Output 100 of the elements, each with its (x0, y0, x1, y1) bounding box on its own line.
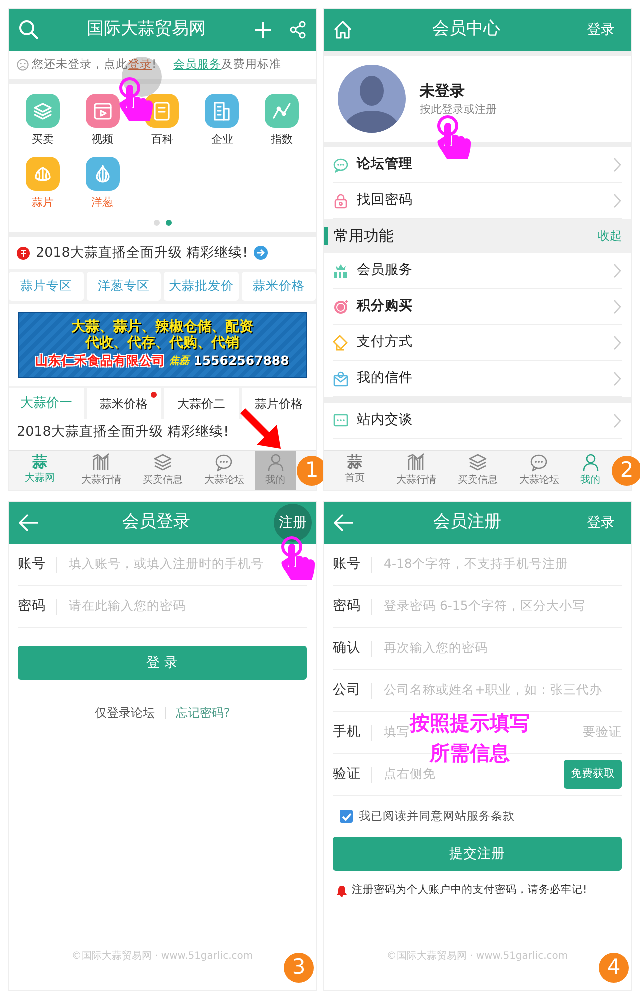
quick-link[interactable]: 大蒜批发价 (164, 272, 238, 301)
lock-icon (333, 192, 349, 208)
collapse-link[interactable]: 收起 (598, 227, 622, 245)
mail-icon (333, 370, 349, 386)
chevron-icon (613, 298, 622, 314)
tab-bar-item[interactable]: 大蒜论坛 (194, 451, 255, 490)
news-item[interactable]: 2018大蒜直播全面升级 精彩继续! (9, 419, 316, 450)
category-label[interactable]: 买卖 (32, 132, 54, 148)
quick-link[interactable]: 蒜米价格 (242, 272, 316, 301)
tab-bar-item[interactable]: 大蒜行情 (70, 451, 132, 490)
search-icon[interactable] (19, 20, 39, 40)
menu-item[interactable]: 站内交谈 (333, 403, 622, 439)
plus-icon[interactable] (254, 21, 272, 39)
menu-item[interactable]: 会员服务 (333, 253, 622, 289)
category-label[interactable]: 指数 (271, 132, 294, 148)
placeholder-text: 要验证 (583, 723, 622, 742)
quick-link[interactable]: 蒜片专区 (9, 272, 84, 301)
page-dot[interactable] (166, 220, 172, 226)
warning-text: 注册密码为个人账户中的支付密码，请务必牢记! (352, 883, 588, 898)
arrow-circle-icon[interactable] (254, 246, 268, 260)
price-tab[interactable]: 蒜片价格 (242, 388, 316, 420)
menu-item[interactable]: 积分购买 (333, 289, 622, 325)
page-title: 会员登录 (122, 511, 192, 534)
layers-icon (468, 453, 487, 472)
category-icon[interactable] (26, 94, 60, 128)
login-button[interactable]: 登录 (581, 16, 621, 44)
category-icon[interactable] (205, 94, 240, 128)
step-number: 3 (284, 953, 314, 983)
layers-icon (32, 100, 54, 122)
submit-button[interactable]: 提交注册 (333, 837, 622, 872)
share-icon[interactable] (290, 21, 306, 39)
person-icon (266, 453, 284, 472)
service-text: 会员服务及费用标准 (172, 56, 282, 74)
chevron-icon (613, 262, 622, 278)
app-title: 国际大蒜贸易网 (86, 18, 207, 42)
chevron-icon (613, 370, 622, 386)
login-prompt[interactable]: 按此登录或注册 (420, 102, 497, 118)
register-button[interactable]: 注册 (274, 504, 312, 542)
category-label[interactable]: 蒜片 (32, 194, 54, 211)
tab-bar-item[interactable]: 大蒜论坛 (508, 451, 570, 490)
category-icon[interactable] (86, 94, 120, 128)
login-link[interactable]: 登录 (128, 57, 152, 72)
chat-icon (215, 453, 234, 472)
page-dot[interactable] (154, 220, 160, 226)
category-label[interactable]: 洋葱 (92, 194, 114, 211)
tab-bar-item[interactable]: 买卖信息 (132, 451, 194, 490)
video-icon (92, 100, 114, 122)
price-tab[interactable]: 大蒜价二 (164, 388, 238, 420)
banner-contact: 焦磊 (170, 354, 190, 370)
profile-name: 未登录 (420, 80, 466, 102)
page-title: 会员中心 (432, 18, 502, 42)
chevron-icon (613, 156, 622, 172)
crown-icon (333, 262, 349, 278)
message-icon (333, 412, 349, 428)
bars-chart-icon (407, 453, 426, 472)
price-tab[interactable]: 蒜米价格 (86, 388, 161, 420)
member-service-link[interactable]: 会员服务 (174, 57, 222, 72)
check-icon (342, 812, 352, 821)
home-icon[interactable] (334, 21, 352, 39)
category-label[interactable]: 企业 (211, 132, 234, 148)
menu-item[interactable]: 支付方式 (333, 325, 622, 361)
headline-text[interactable]: 2018大蒜直播全面升级 精彩继续! (36, 242, 248, 264)
person-icon (582, 453, 600, 472)
tab-bar-item[interactable]: 大蒜行情 (386, 451, 447, 490)
section-title: 常用功能 (334, 226, 395, 247)
hand-pointer-icon (117, 77, 153, 123)
login-button[interactable]: 登 录 (18, 646, 307, 680)
field-label: 确认 (333, 639, 362, 658)
tab-bar-item[interactable]: 蒜 大蒜网 (9, 451, 70, 490)
login-button[interactable]: 登录 (581, 508, 621, 538)
recommend-badge-icon (17, 246, 30, 260)
sad-face-icon (17, 59, 29, 71)
tab-bar-item[interactable]: 我的 (255, 451, 296, 490)
tab-bar-item[interactable]: 买卖信息 (447, 451, 508, 490)
category-icon[interactable] (265, 94, 300, 128)
price-tab[interactable]: 大蒜价一 (9, 388, 84, 420)
category-icon[interactable] (86, 156, 120, 190)
field-label: 密码 (333, 597, 362, 616)
category-label[interactable]: 视频 (92, 132, 114, 148)
coin-icon (333, 298, 349, 314)
forgot-password-link[interactable]: 忘记密码? (176, 704, 230, 722)
layers-icon (154, 453, 172, 472)
agreement-label[interactable]: 我已阅读并同意网站服务条款 (359, 808, 515, 826)
back-arrow-icon[interactable] (19, 514, 39, 532)
tab-bar-item[interactable]: 我的 (570, 451, 611, 490)
quick-link[interactable]: 洋葱专区 (86, 272, 161, 301)
hand-pointer-icon (279, 536, 315, 582)
ad-banner[interactable]: 大蒜、蒜片、辣椒仓储、配资 代收、代存、代购、代销 山东仁禾食品有限公司 焦磊 15562567888 (18, 312, 307, 378)
field-label: 验证 (333, 765, 362, 784)
banner-phone: 15562567888 (194, 352, 290, 370)
forum-login-link[interactable]: 仅登录论坛 (94, 704, 155, 722)
category-label[interactable]: 百科 (151, 132, 174, 148)
field-label: 手机 (333, 723, 362, 742)
chat-icon (333, 156, 349, 172)
page-title: 会员注册 (432, 511, 502, 534)
category-icon[interactable] (26, 156, 60, 190)
back-arrow-icon[interactable] (334, 514, 354, 532)
tab-bar-item[interactable]: 蒜 首页 (324, 451, 386, 490)
get-code-button[interactable]: 免费获取 (564, 760, 622, 789)
checkbox[interactable] (340, 810, 353, 824)
